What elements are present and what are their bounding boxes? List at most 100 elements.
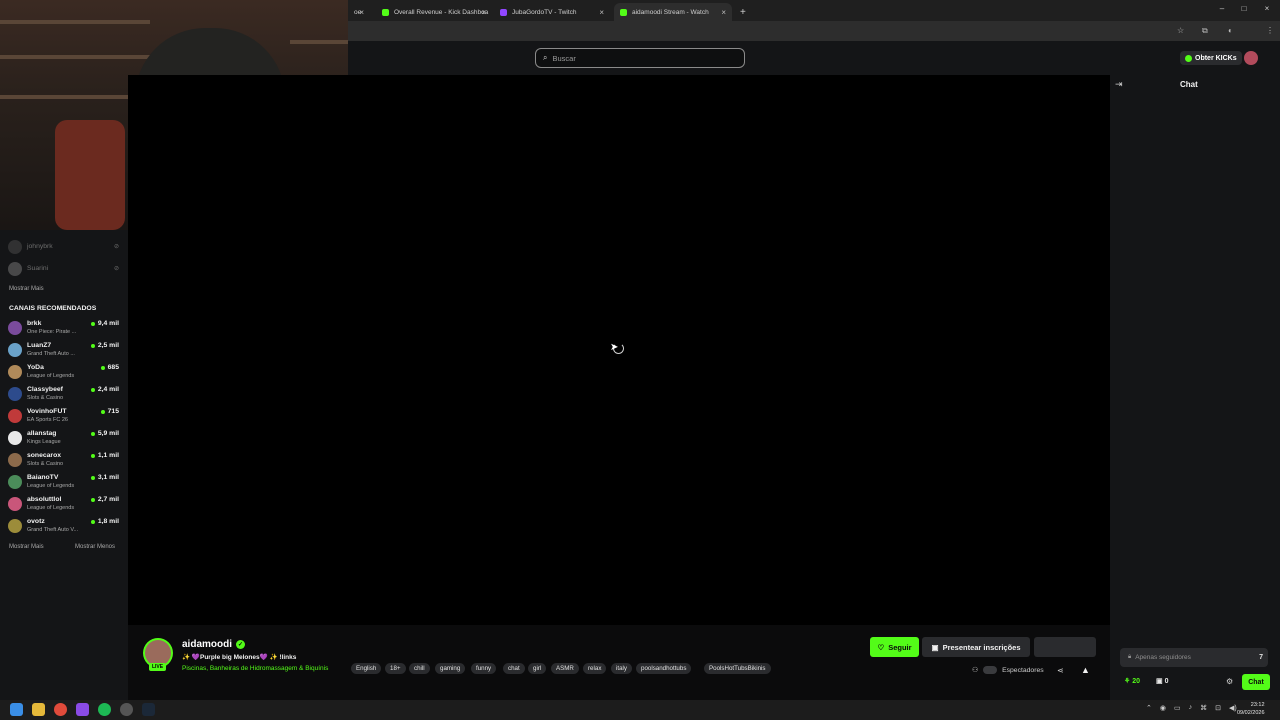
recommended-channel[interactable]: absoluttlol League of Legends 2,7 mil [8,495,123,515]
stream-tag[interactable]: italy [611,663,633,674]
emote-picker-icon[interactable]: 7 [1259,654,1263,661]
search-input[interactable]: ⌕ Buscar [535,48,745,68]
gift-subscriptions-button[interactable]: ▣ Presentear inscrições [922,637,1030,657]
chrome-icon[interactable] [54,703,67,716]
gift-counter[interactable]: ▣ 0 [1156,677,1168,685]
stream-tag[interactable]: chill [409,663,430,674]
browser-menu-icon[interactable]: ⋮ [1266,26,1274,35]
chair [55,120,125,230]
search-icon: ⌕ [543,53,548,62]
channel-avatar [8,240,22,254]
gift-subscriptions-label: Presentear inscrições [942,642,1021,652]
show-more-link[interactable]: Mostrar Mais [9,544,44,550]
recommended-channel[interactable]: sonecarox Slots & Casino 1,1 mil [8,451,123,471]
network-icon[interactable]: ⊡ [1215,704,1221,712]
close-tab-icon[interactable]: × [599,8,604,17]
stream-tag[interactable]: relax [583,663,607,674]
viewers-toggle[interactable]: ⚇ Espectadores [972,666,1044,674]
recommended-channel[interactable]: brkk One Piece: Pirate ... 9,4 mil [8,319,123,339]
live-dot-icon [90,321,95,326]
channel-category: League of Legends [27,483,75,489]
tab-title: Overall Revenue - Kick Dashboa [394,8,489,16]
channel-name: absoluttlol [27,496,62,503]
close-window-icon[interactable]: × [1261,4,1273,13]
close-tab-icon[interactable]: × [481,8,486,17]
recommended-channel[interactable]: YoDa League of Legends 685 [8,363,123,383]
tray-app-icon[interactable]: ⌘ [1200,704,1207,712]
tray-chevron-icon[interactable]: ⌃ [1146,704,1152,712]
viewer-count: 9,4 mil [90,320,119,327]
viewer-count-value: 2,7 mil [97,496,119,503]
browser-tab-kick-dashboard[interactable]: Overall Revenue - Kick Dashboa × [376,3,492,21]
extensions-icon[interactable]: ⧉ [1202,26,1208,36]
channel-category: Slots & Casino [27,461,64,467]
channel-category: Grand Theft Auto ... [27,351,75,357]
channel-name[interactable]: aidamoodi [182,639,232,650]
collapse-chat-icon[interactable]: ⇥ [1115,79,1123,90]
spotify-icon[interactable] [98,703,111,716]
viewer-count: 5,9 mil [90,430,119,437]
tray-app-icon[interactable]: ▭ [1174,704,1181,712]
app-icon[interactable] [76,703,89,716]
channel-name: allanstag [27,430,57,437]
obs-icon[interactable] [120,703,133,716]
report-icon[interactable]: ▲ [1081,665,1090,675]
profile-icon[interactable]: ◐ [1228,26,1233,35]
send-chat-button[interactable]: Chat [1242,674,1270,690]
subscribe-button-loading[interactable] [1034,637,1096,657]
chat-settings-icon[interactable]: ⚙ [1226,677,1233,686]
bookmark-star-icon[interactable]: ☆ [1177,26,1184,35]
minimize-icon[interactable]: – [1216,4,1228,13]
viewer-count-value: 5,9 mil [97,430,119,437]
file-explorer-icon[interactable] [32,703,45,716]
browser-tab-1[interactable]: oe × [348,3,370,21]
stream-tag[interactable]: gaming [435,663,466,674]
viewers-switch[interactable] [983,666,998,674]
new-tab-button[interactable]: + [734,3,750,21]
stream-tag[interactable]: chat [503,663,525,674]
tray-app-icon[interactable]: ◉ [1160,704,1166,712]
taskbar-clock[interactable]: 23:12 09/02/2026 [1237,701,1265,717]
channel-points[interactable]: ⚘ 20 [1124,677,1140,685]
volume-icon[interactable]: ◀) [1229,704,1237,712]
stream-tag[interactable]: English [351,663,382,674]
close-tab-icon[interactable]: × [359,8,364,17]
sidebar-offline-channel[interactable]: johnybrk ⊘ [8,238,123,258]
channel-avatar [8,262,22,276]
channel-name: BaianoTV [27,474,59,481]
stream-category-link[interactable]: Piscinas, Banheiras de Hidromassagem & B… [182,665,328,672]
show-more-following-link[interactable]: Mostrar Mais [9,286,44,292]
recommended-channel[interactable]: LuanZ7 Grand Theft Auto ... 2,5 mil [8,341,123,361]
browser-tab-twitch[interactable]: JubaGordoTV - Twitch × [494,3,610,21]
microphone-icon[interactable]: ♪ [1189,704,1193,712]
channel-category: League of Legends [27,505,75,511]
show-less-link[interactable]: Mostrar Menos [75,544,115,550]
stream-tag[interactable]: funny [471,663,497,674]
recommended-channel[interactable]: Classybeef Slots & Casino 2,4 mil [8,385,123,405]
kick-favicon-icon [382,8,389,16]
get-kicks-button[interactable]: Obter KICKs [1180,51,1242,65]
kicks-coin-icon [1185,54,1192,62]
recommended-channel[interactable]: allanstag Kings League 5,9 mil [8,429,123,449]
stream-tag[interactable]: PoolsHotTubsBikinis [704,663,771,674]
windows-start-icon[interactable] [10,703,23,716]
recommended-channel[interactable]: ovotz Grand Theft Auto V... 1,8 mil [8,517,123,537]
stream-tag[interactable]: girl [528,663,547,674]
user-avatar[interactable] [1244,51,1258,65]
heart-icon: ♡ [877,642,885,652]
stream-tag[interactable]: poolsandhottubs [636,663,692,674]
stream-tag[interactable]: ASMR [551,663,579,674]
follow-button[interactable]: ♡ Seguir [870,637,919,657]
stream-tag[interactable]: 18+ [385,663,406,674]
recommended-channel[interactable]: BaianoTV League of Legends 3,1 mil [8,473,123,493]
mouse-cursor-icon: ➤ [610,342,619,353]
recommended-channel[interactable]: VovinhoFUT EA Sports FC 26 715 [8,407,123,427]
browser-tab-active[interactable]: aidamoodi Stream - Watch × [614,3,732,21]
channel-name: LuanZ7 [27,342,52,349]
close-tab-icon[interactable]: × [721,8,726,17]
sidebar-offline-channel[interactable]: Suarini ⊘ [8,260,123,280]
steam-icon[interactable] [142,703,155,716]
chat-input[interactable]: 🔒︎ Apenas seguidores 7 [1120,648,1268,667]
share-icon[interactable]: ⋖ [1057,666,1064,675]
maximize-icon[interactable]: □ [1238,4,1250,13]
